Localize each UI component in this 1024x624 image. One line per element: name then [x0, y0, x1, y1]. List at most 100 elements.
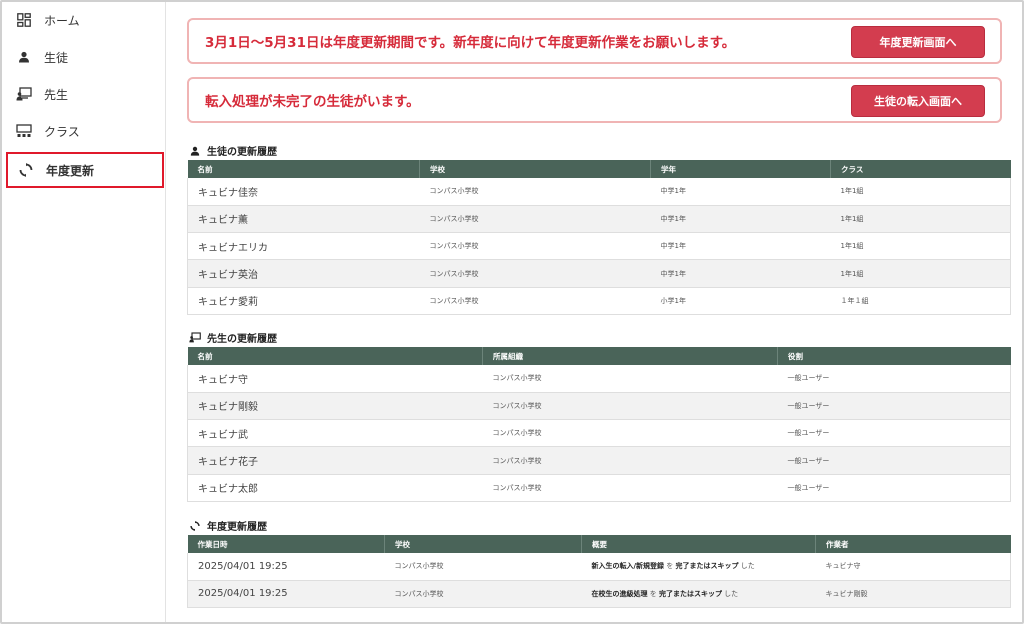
table-row[interactable]: キュビナ英治 コンパス小学校 中学1年 1年1組	[187, 259, 1011, 288]
sidebar-item-classes[interactable]: クラス	[6, 115, 164, 147]
table-cell: 一般ユーザー	[777, 474, 1011, 502]
person-icon	[189, 145, 201, 157]
table-cell: キュビナ薫	[187, 205, 420, 234]
summary-part: した	[738, 562, 755, 571]
table-cell: 新入生の転入/新規登録 を 完了またはスキップ した	[581, 553, 816, 581]
table-row[interactable]: キュビナ武 コンパス小学校 一般ユーザー	[187, 419, 1011, 448]
table-cell: コンパス小学校	[419, 259, 651, 288]
column-header: 役割	[777, 347, 1011, 365]
table-cell: コンパス小学校	[482, 392, 778, 421]
alert-message: 転入処理が未完了の生徒がいます。	[205, 94, 420, 110]
table-cell: １年１組	[830, 287, 1011, 315]
renewal-history-title: 年度更新履歴	[189, 518, 267, 533]
table-cell: キュビナ佳奈	[187, 178, 420, 206]
table-cell: 2025/04/01 19:25	[187, 580, 385, 609]
table-cell: 中学1年	[650, 259, 831, 288]
table-row[interactable]: キュビナ花子 コンパス小学校 一般ユーザー	[187, 446, 1011, 475]
column-header: 作業者	[815, 535, 1011, 553]
table-cell: 一般ユーザー	[777, 446, 1011, 475]
students-history-title: 生徒の更新履歴	[189, 143, 277, 158]
summary-part: 完了またはスキップ	[658, 589, 722, 598]
table-cell: コンパス小学校	[384, 580, 582, 609]
table-cell: 2025/04/01 19:25	[187, 553, 385, 581]
table-row[interactable]: 2025/04/01 19:25 コンパス小学校 新入生の転入/新規登録 を 完了ま…	[187, 553, 1011, 581]
table-cell: キュビナ花子	[187, 446, 483, 475]
table-cell: キュビナ剛毅	[187, 392, 483, 421]
go-transfer-button[interactable]: 生徒の転入画面へ	[851, 85, 985, 117]
sidebar-item-label: クラス	[44, 124, 80, 139]
teachers-history-table: 名前 所属組織 役割 キュビナ守 コンパス小学校 一般ユーザー キュビナ剛毅 コンパス小…	[187, 347, 1011, 502]
column-header: 概要	[581, 535, 816, 553]
table-row[interactable]: 2025/04/01 19:25 コンパス小学校 在校生の進級処理 を 完了またはス…	[187, 580, 1011, 609]
teachers-history-title: 先生の更新履歴	[189, 330, 277, 345]
renewal-history-table: 作業日時 学校 概要 作業者 2025/04/01 19:25 コンパス小学校 新入…	[187, 535, 1011, 609]
table-row[interactable]: キュビナ太郎 コンパス小学校 一般ユーザー	[187, 474, 1011, 502]
sidebar: ホーム 生徒 先生 クラス 年度更新	[2, 2, 166, 622]
table-cell: コンパス小学校	[419, 232, 651, 261]
table-row[interactable]: キュビナエリカ コンパス小学校 中学1年 1年1組	[187, 232, 1011, 261]
table-cell: キュビナ英治	[187, 259, 420, 288]
table-cell: 一般ユーザー	[777, 419, 1011, 448]
table-row[interactable]: キュビナ守 コンパス小学校 一般ユーザー	[187, 365, 1011, 393]
table-cell: コンパス小学校	[419, 205, 651, 234]
table-row[interactable]: キュビナ薫 コンパス小学校 中学1年 1年1組	[187, 205, 1011, 234]
dashboard-icon	[16, 12, 32, 28]
table-cell: キュビナ守	[187, 365, 483, 393]
table-cell: コンパス小学校	[482, 365, 778, 393]
table-cell: 在校生の進級処理 を 完了またはスキップ した	[581, 580, 816, 609]
column-header: 名前	[187, 160, 420, 178]
column-header: 学校	[419, 160, 651, 178]
table-cell: キュビナ剛毅	[815, 580, 1011, 609]
table-cell: キュビナエリカ	[187, 232, 420, 261]
table-cell: キュビナ愛莉	[187, 287, 420, 315]
table-cell: 一般ユーザー	[777, 365, 1011, 393]
column-header: 作業日時	[187, 535, 385, 553]
table-cell: コンパス小学校	[419, 287, 651, 315]
transfer-pending-alert: 転入処理が未完了の生徒がいます。 生徒の転入画面へ	[187, 77, 1002, 123]
table-cell: コンパス小学校	[482, 446, 778, 475]
sidebar-item-label: 先生	[44, 87, 69, 102]
summary-part: 完了またはスキップ	[675, 562, 739, 571]
column-header: 学校	[384, 535, 582, 553]
alert-message: 3月1日〜5月31日は年度更新期間です。新年度に向けて年度更新作業をお願いします…	[205, 35, 736, 51]
table-row[interactable]: キュビナ剛毅 コンパス小学校 一般ユーザー	[187, 392, 1011, 421]
summary-part: を	[647, 589, 659, 598]
teacher-icon	[16, 86, 32, 102]
summary-part: した	[721, 589, 739, 598]
sidebar-item-renewal[interactable]: 年度更新	[6, 152, 164, 188]
summary-part: を	[664, 562, 676, 571]
sidebar-item-students[interactable]: 生徒	[6, 41, 164, 73]
table-cell: コンパス小学校	[419, 178, 651, 206]
column-header: クラス	[830, 160, 1011, 178]
main-content: 3月1日〜5月31日は年度更新期間です。新年度に向けて年度更新作業をお願いします…	[187, 2, 1011, 622]
column-header: 所属組織	[482, 347, 778, 365]
summary-part: 新入生の転入/新規登録	[591, 562, 665, 571]
table-cell: キュビナ太郎	[187, 474, 483, 502]
sidebar-item-label: 生徒	[44, 50, 69, 65]
table-cell: 小学1年	[650, 287, 831, 315]
teacher-icon	[189, 332, 201, 344]
column-header: 名前	[187, 347, 483, 365]
renewal-period-alert: 3月1日〜5月31日は年度更新期間です。新年度に向けて年度更新作業をお願いします…	[187, 18, 1002, 64]
go-renewal-button[interactable]: 年度更新画面へ	[851, 26, 985, 58]
column-header: 学年	[650, 160, 831, 178]
sidebar-item-teachers[interactable]: 先生	[6, 78, 164, 110]
table-row[interactable]: キュビナ愛莉 コンパス小学校 小学1年 １年１組	[187, 287, 1011, 315]
sidebar-item-label: ホーム	[44, 13, 80, 28]
table-cell: キュビナ守	[815, 553, 1011, 581]
app-frame: ホーム 生徒 先生 クラス 年度更新 3月1日〜5月31日は年度更新期間です。新…	[0, 0, 1024, 624]
summary-part: 在校生の進級処理	[591, 589, 648, 598]
table-row[interactable]: キュビナ佳奈 コンパス小学校 中学1年 1年1組	[187, 178, 1011, 206]
table-cell: 一般ユーザー	[777, 392, 1011, 421]
table-cell: 1年1組	[830, 205, 1011, 234]
table-cell: 1年1組	[830, 232, 1011, 261]
sidebar-item-home[interactable]: ホーム	[6, 4, 164, 36]
table-cell: キュビナ武	[187, 419, 483, 448]
refresh-icon	[189, 520, 201, 532]
person-icon	[16, 49, 32, 65]
classroom-icon	[16, 123, 32, 139]
refresh-icon	[18, 162, 34, 178]
table-cell: 1年1組	[830, 259, 1011, 288]
students-history-table: 名前 学校 学年 クラス キュビナ佳奈 コンパス小学校 中学1年 1年1組 キュビナ薫コ…	[187, 160, 1011, 315]
table-cell: 中学1年	[650, 178, 831, 206]
